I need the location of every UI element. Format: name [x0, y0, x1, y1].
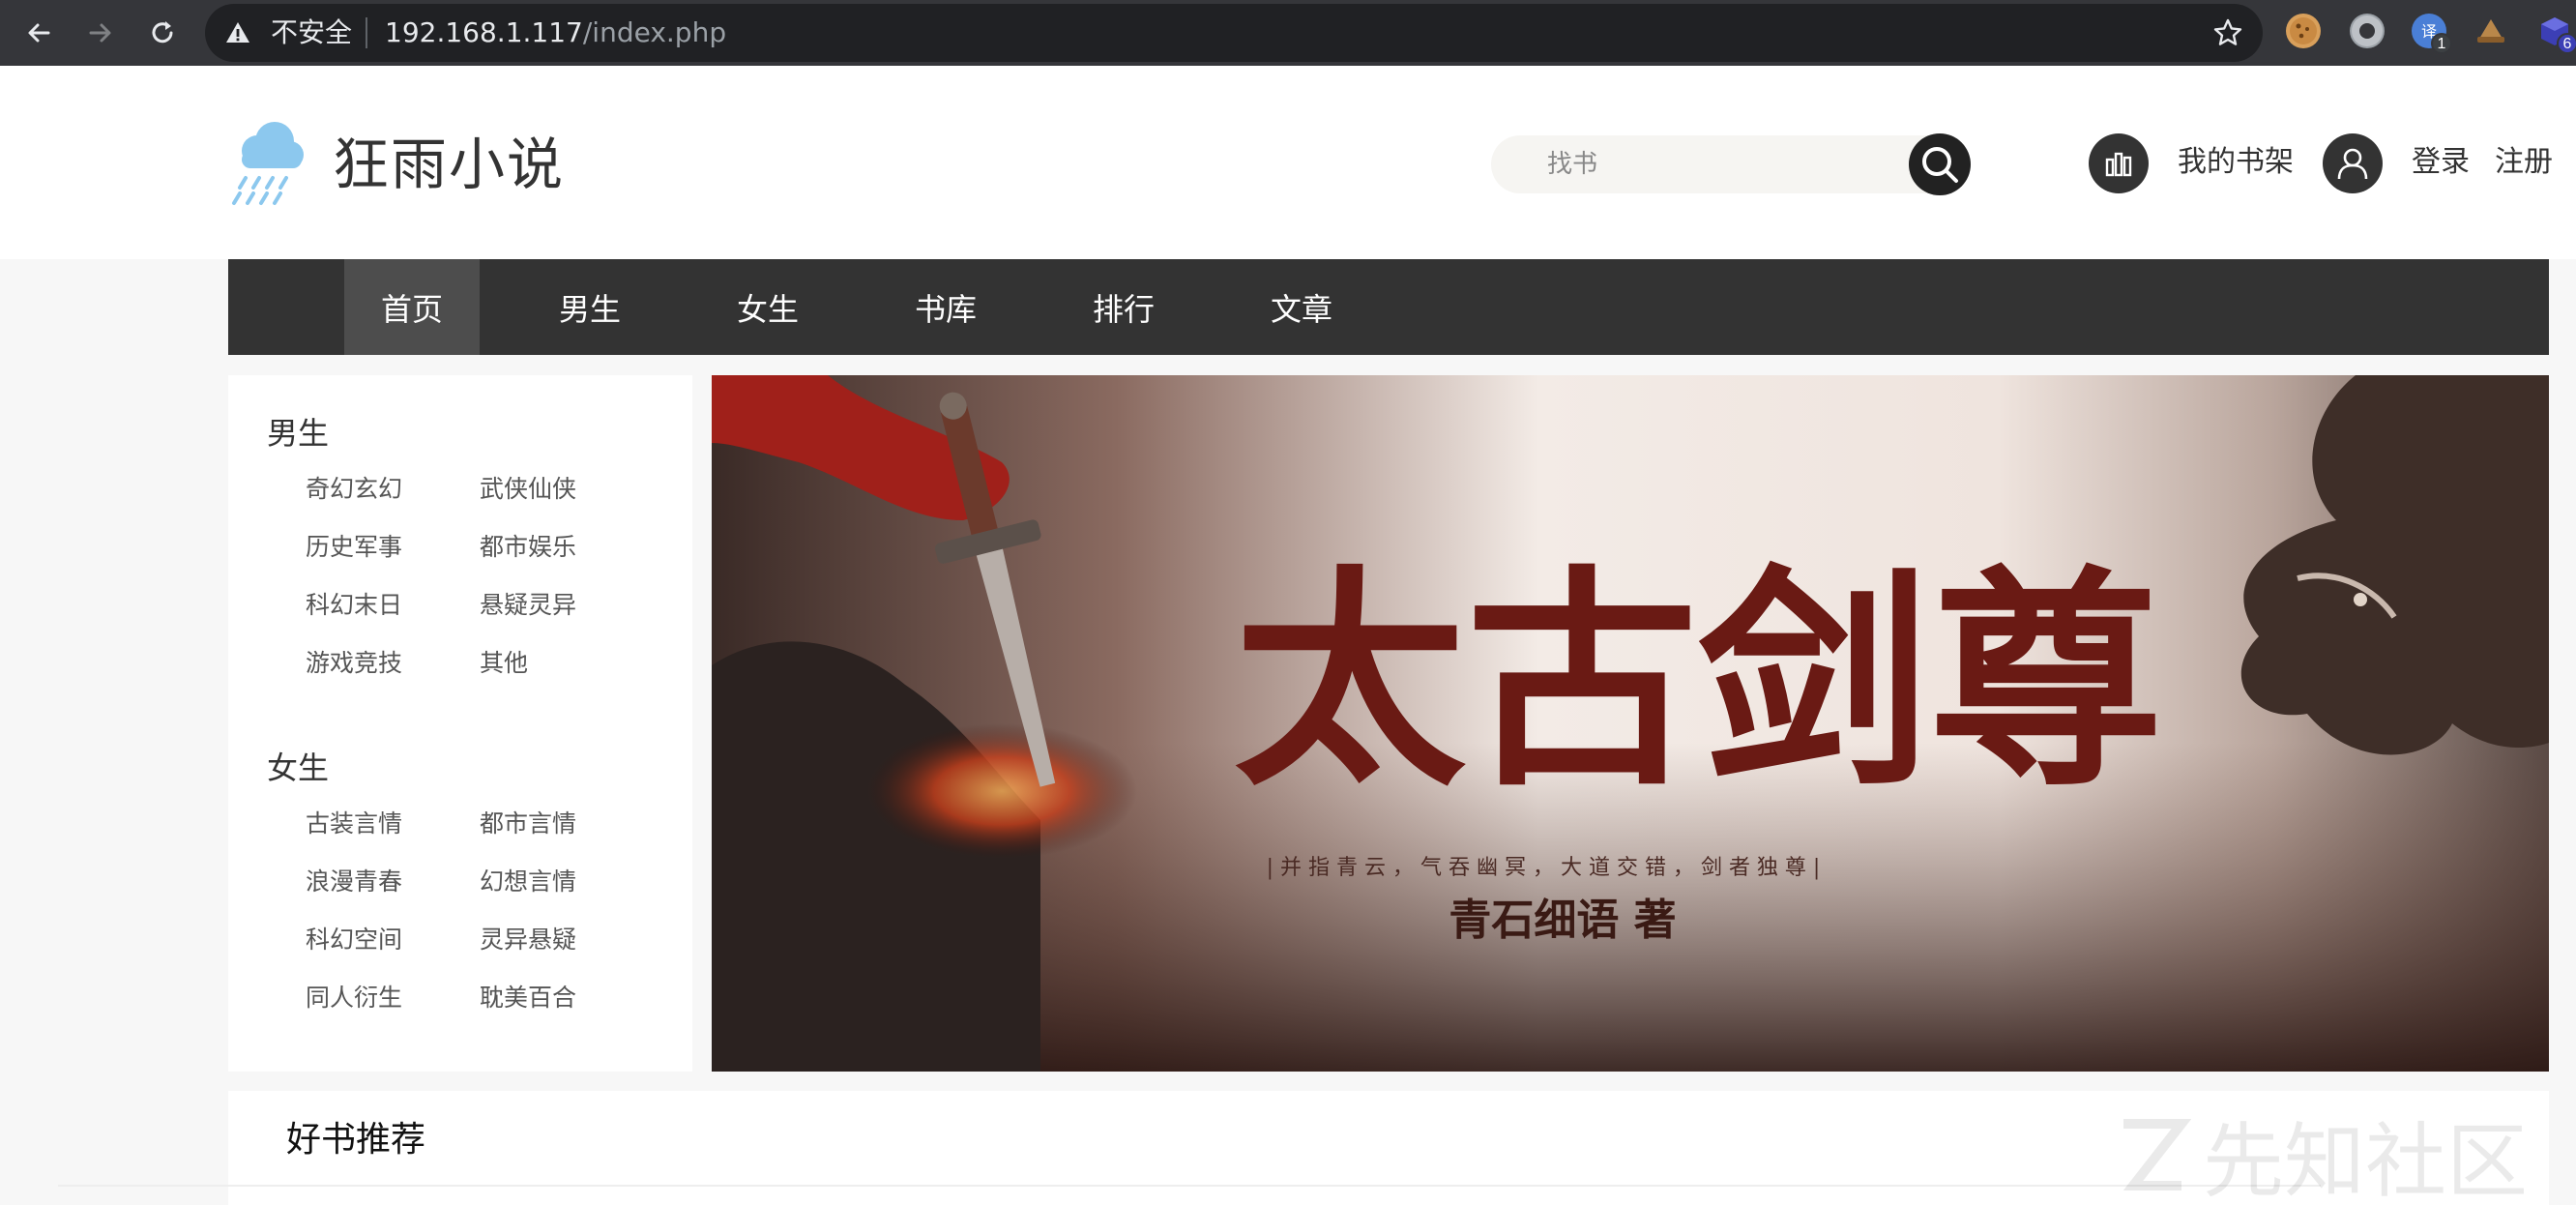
browser-toolbar: 不安全 192.168.1.117/index.php 译 1 6: [0, 0, 2576, 66]
forward-icon[interactable]: [77, 10, 124, 56]
divider: [58, 1185, 2321, 1187]
user-avatar-icon[interactable]: [2323, 133, 2383, 193]
search-input[interactable]: [1547, 145, 1876, 184]
nav-item-male[interactable]: 男生: [522, 259, 658, 355]
extension-badge: 6: [2557, 33, 2576, 54]
category-link[interactable]: 耽美百合: [480, 981, 576, 1015]
category-link[interactable]: 幻想言情: [480, 865, 576, 899]
category-link[interactable]: 武侠仙侠: [480, 472, 576, 507]
nav-item-female[interactable]: 女生: [700, 259, 835, 355]
main-nav: 首页 男生 女生 书库 排行 文章: [228, 259, 2549, 355]
category-link[interactable]: 灵异悬疑: [480, 923, 576, 957]
url-path: /index.php: [582, 16, 727, 48]
url-text[interactable]: 192.168.1.117/index.php: [385, 15, 726, 50]
cookie-extension-icon[interactable]: [2286, 14, 2321, 48]
site-logo-text[interactable]: 狂雨小说: [333, 130, 565, 199]
category-link[interactable]: 其他: [480, 646, 528, 681]
search-icon: [1922, 147, 1958, 183]
category-link[interactable]: 悬疑灵异: [480, 588, 576, 623]
category-link[interactable]: 都市言情: [480, 807, 576, 841]
category-link[interactable]: 历史军事: [306, 530, 402, 565]
category-link[interactable]: 古装言情: [306, 807, 402, 841]
banner-carousel[interactable]: 太古剑尊 | 并 指 青 云 ， 气 吞 幽 冥 ， 大 道 交 错 ， 剑 者…: [712, 375, 2549, 1072]
banner-tagline: | 并 指 青 云 ， 气 吞 幽 冥 ， 大 道 交 错 ， 剑 者 独 尊 …: [1267, 856, 1821, 880]
banner-title: 太古剑尊: [1234, 544, 2162, 817]
nav-item-library[interactable]: 书库: [878, 259, 1013, 355]
category-link[interactable]: 科幻空间: [306, 923, 402, 957]
nav-item-articles[interactable]: 文章: [1234, 259, 1369, 355]
category-link[interactable]: 奇幻玄幻: [306, 472, 402, 507]
male-category-title: 男生: [267, 415, 330, 452]
url-host: 192.168.1.117: [385, 16, 583, 48]
category-link[interactable]: 同人衍生: [306, 981, 402, 1015]
watermark: 先知社区: [2114, 1106, 2549, 1205]
bookshelf-icon[interactable]: [2089, 133, 2149, 193]
recommend-title: 好书推荐: [286, 1120, 426, 1160]
back-icon[interactable]: [15, 10, 62, 56]
category-link[interactable]: 都市娱乐: [480, 530, 576, 565]
category-link[interactable]: 游戏竞技: [306, 646, 402, 681]
ring-extension-icon[interactable]: [2350, 14, 2385, 48]
page: 狂雨小说 我的书架 登录 注册 首页 男生 女生 书库 排行 文章 男生 奇幻玄…: [0, 66, 2576, 1205]
address-bar[interactable]: 不安全 192.168.1.117/index.php: [205, 4, 2263, 62]
female-category-title: 女生: [267, 749, 330, 786]
bookshelf-link[interactable]: 我的书架: [2178, 141, 2294, 184]
rain-cloud-logo-icon[interactable]: [228, 116, 309, 209]
reload-icon[interactable]: [139, 10, 186, 56]
category-link[interactable]: 科幻末日: [306, 588, 402, 623]
category-sidebar: 男生 奇幻玄幻 武侠仙侠 历史军事 都市娱乐 科幻末日 悬疑灵异 游戏竞技 其他…: [228, 375, 692, 1072]
divider: [366, 17, 367, 48]
search-button[interactable]: [1909, 133, 1971, 195]
category-link[interactable]: 浪漫青春: [306, 865, 402, 899]
watermark-text: 先知社区: [2203, 1113, 2529, 1205]
nav-item-home[interactable]: 首页: [344, 259, 480, 355]
warning-icon: [226, 22, 249, 43]
watermark-logo-icon: [2122, 1119, 2191, 1190]
extension-badge: 1: [2431, 33, 2452, 54]
nav-item-ranking[interactable]: 排行: [1056, 259, 1191, 355]
banner-image[interactable]: 太古剑尊 | 并 指 青 云 ， 气 吞 幽 冥 ， 大 道 交 错 ， 剑 者…: [712, 375, 2549, 1072]
search-box: [1491, 135, 1969, 193]
login-link[interactable]: 登录: [2412, 141, 2470, 184]
site-header: 狂雨小说 我的书架 登录 注册: [0, 66, 2576, 259]
banner-author: 青石细语 著: [1449, 896, 1676, 945]
hat-extension-icon[interactable]: [2474, 14, 2508, 48]
register-link[interactable]: 注册: [2495, 141, 2553, 184]
bookmark-star-icon[interactable]: [2212, 17, 2243, 48]
insecure-label: 不安全: [271, 16, 353, 48]
